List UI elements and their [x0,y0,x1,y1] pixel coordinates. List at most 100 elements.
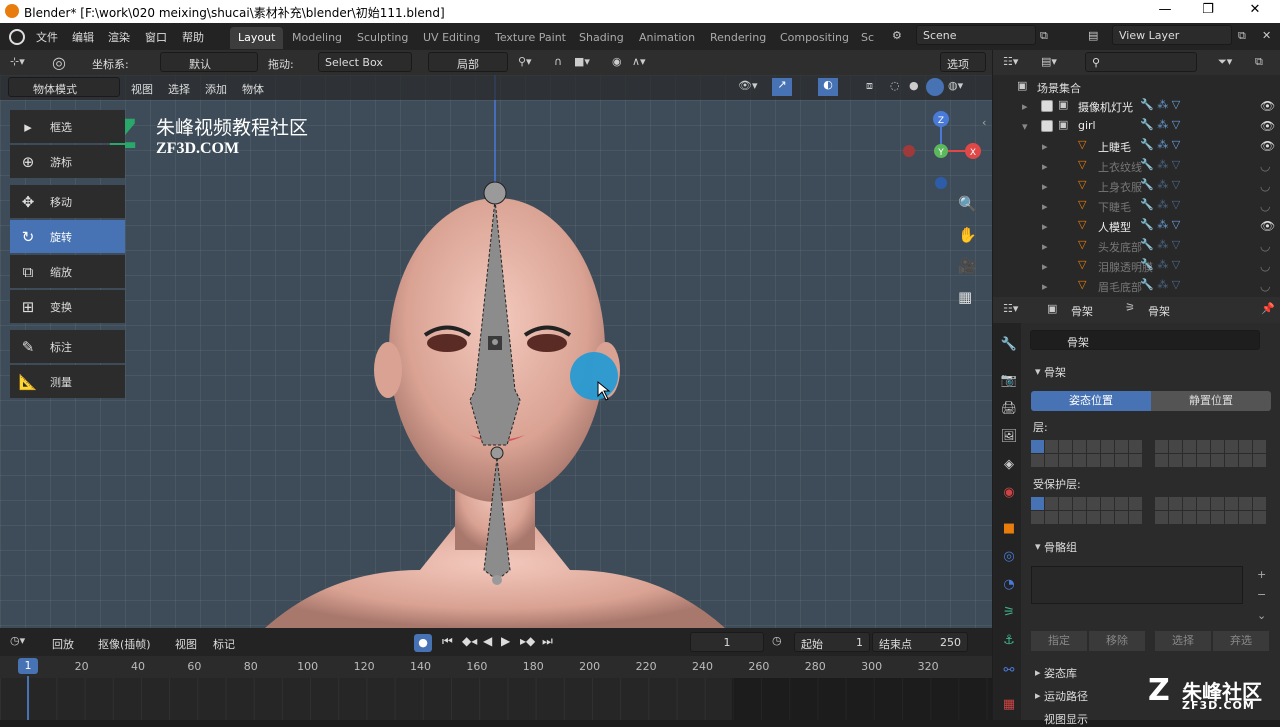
tab-layout[interactable]: Layout [230,27,284,49]
dropdown-icon[interactable]: ⌄ [1257,609,1266,622]
solid-shading-icon[interactable]: ● [909,79,919,92]
render-tab-icon[interactable]: 📷 [998,370,1020,392]
clock-icon[interactable]: ◷ [772,634,782,647]
expand-toggle-icon[interactable]: ▸ [1042,160,1048,173]
world-tab-icon[interactable]: ◉ [998,482,1020,504]
current-frame-field[interactable]: 1 [690,632,764,652]
view-layer-tab-icon[interactable]: 🖼 [998,426,1020,448]
outliner-row[interactable]: ▸ ▽ 上睫毛 🔧 ⁂ ▽ 👁 [1000,136,1280,156]
menu-playback[interactable]: 回放 [52,636,74,652]
orientation-select[interactable]: 局部 [428,52,508,72]
timeline-editor-icon[interactable]: ◷▾ [10,634,25,647]
tab-animation[interactable]: Animation [631,27,703,49]
layers-grid-a[interactable] [1031,440,1142,467]
filter-icon[interactable]: ⏷▾ [1218,55,1232,69]
tool-cursor[interactable]: ⊕ 游标 [10,145,125,178]
next-key-icon[interactable]: ▸◆ [520,634,535,648]
visibility-eye-icon[interactable]: 👁 [1260,139,1275,153]
proportional-edit-icon[interactable]: ◉ [612,55,622,68]
outliner-row[interactable]: ▾ ▣ girl 🔧 ⁂ ▽ 👁 [1000,116,1280,136]
new-scene-icon[interactable]: ⧉ [1040,29,1048,43]
menu-edit[interactable]: 编辑 [72,29,94,45]
tab-uv-editing[interactable]: UV Editing [415,27,488,49]
menu-render[interactable]: 渲染 [108,29,130,45]
wireframe-shading-icon[interactable]: ◌ [890,79,900,92]
menu-keying[interactable]: 抠像(插帧) [98,636,151,652]
include-checkbox[interactable] [1041,100,1053,112]
outliner-search-input[interactable]: ⚲ [1085,52,1197,72]
section-bone-groups[interactable]: 骨骼组 [1044,539,1077,555]
deselect-button[interactable]: 弃选 [1213,631,1269,651]
menu-select[interactable]: 选择 [168,81,190,97]
tool-tab-icon[interactable]: 🔧 [998,334,1020,356]
close-button[interactable]: ✕ [1245,2,1265,17]
visibility-eye-icon[interactable]: 👁 [1260,119,1275,133]
menu-marker[interactable]: 标记 [213,636,235,652]
layers-grid-b[interactable] [1155,440,1266,467]
outliner-row[interactable]: ▸ ▽ 人模型 🔧 ⁂ ▽ 👁 [1000,216,1280,236]
expand-toggle-icon[interactable]: ▸ [1042,260,1048,273]
viewlayer-field[interactable]: View Layer [1112,25,1232,45]
expand-icon[interactable]: ▸ [1035,689,1041,702]
visibility-eye-icon[interactable]: 👁 [1260,99,1275,113]
tool-rotate[interactable]: ↻ 旋转 [10,220,125,253]
menu-help[interactable]: 帮助 [182,29,204,45]
add-icon[interactable]: + [1257,568,1266,581]
maximize-button[interactable]: ❐ [1198,2,1218,17]
scene-icon[interactable]: ⚙ [892,29,902,42]
protected-grid-b[interactable] [1155,497,1266,524]
outliner-row[interactable]: ▸ ▽ 上衣纹线 🔧 ⁂ ▽ ◡ [1000,156,1280,176]
expand-toggle-icon[interactable]: ▸ [1042,200,1048,213]
tool-move[interactable]: ✥ 移动 [10,185,125,218]
tab-shading[interactable]: Shading [571,27,632,49]
object-tab-icon[interactable]: ■ [998,518,1020,540]
expand-toggle-icon[interactable]: ▸ [1042,280,1048,293]
coord-select[interactable]: 默认 [160,52,258,72]
properties-editor-icon[interactable]: ☷▾ [1003,302,1018,315]
tab-more[interactable]: Sc [853,27,882,49]
tool-transform[interactable]: ⊞ 变换 [10,290,125,323]
outliner-row[interactable]: ▸ ▽ 上身衣服 🔧 ⁂ ▽ ◡ [1000,176,1280,196]
jump-end-icon[interactable]: ⏭ [542,634,553,649]
texture-tab-icon[interactable]: ▦ [998,694,1020,716]
collapse-icon[interactable]: ▾ [1035,540,1041,553]
expand-toggle-icon[interactable]: ▸ [1042,140,1048,153]
display-mode-icon[interactable]: ▤▾ [1041,55,1057,68]
remove-button[interactable]: 移除 [1089,631,1145,651]
gizmo-toggle-icon[interactable]: ↗ [772,78,792,96]
new-collection-icon[interactable]: ⧉ [1255,55,1263,69]
menu-object[interactable]: 物体 [242,81,264,97]
tool-annotate[interactable]: ✎ 标注 [10,330,125,363]
select-button[interactable]: 选择 [1155,631,1211,651]
jump-start-icon[interactable]: ⏮ [442,634,453,649]
expand-toggle-icon[interactable]: ▸ [1022,100,1028,113]
menu-add[interactable]: 添加 [205,81,227,97]
falloff-icon[interactable]: ∧▾ [632,55,646,68]
snap-icon[interactable]: ⚲▾ [518,55,532,68]
section-motion-paths[interactable]: 运动路径 [1044,688,1088,704]
rendered-shading-icon[interactable]: ◍▾ [948,79,963,92]
xray-icon[interactable]: ⧈ [866,79,873,93]
constraints-tab-icon[interactable]: ⚞ [998,602,1020,624]
options-dropdown[interactable]: 选项 [940,52,986,72]
assign-button[interactable]: 指定 [1031,631,1087,651]
scene-field[interactable]: Scene [916,25,1036,45]
section-skeleton[interactable]: 骨架 [1044,364,1066,380]
scene-tab-icon[interactable]: ◈ [998,454,1020,476]
drag-select[interactable]: Select Box [318,52,412,72]
section-pose-library[interactable]: 姿态库 [1044,665,1077,681]
data-tab-icon[interactable]: ⚓ [998,630,1020,652]
visibility-eye-icon[interactable]: ◡ [1260,279,1270,293]
section-viewport-display[interactable]: 视图显示 [1044,711,1088,727]
outliner-editor-icon[interactable]: ☷▾ [1003,55,1018,68]
tab-texture-paint[interactable]: Texture Paint [487,27,574,49]
playhead[interactable] [27,676,29,720]
tab-sculpting[interactable]: Sculpting [349,27,416,49]
expand-toggle-icon[interactable]: ▸ [1042,180,1048,193]
rest-position-button[interactable]: 静置位置 [1151,391,1271,411]
physics-tab-icon[interactable]: ◔ [998,574,1020,596]
expand-toggle-icon[interactable]: ▸ [1042,240,1048,253]
visibility-eye-icon[interactable]: ◡ [1260,259,1270,273]
mode-select[interactable]: 物体模式 [8,77,120,97]
editor-type-icon[interactable]: ⊹▾ [10,55,25,68]
